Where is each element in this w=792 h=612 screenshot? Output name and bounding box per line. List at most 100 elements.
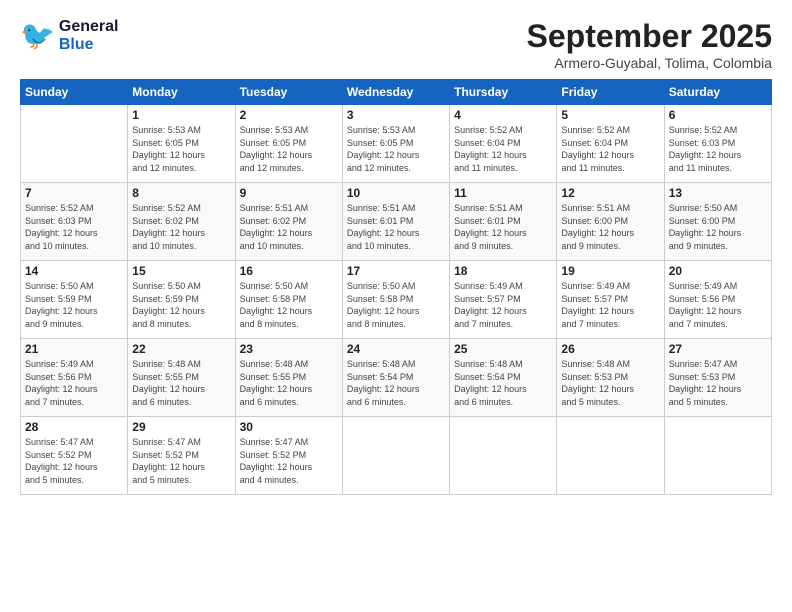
calendar-cell: 4 Sunrise: 5:52 AM Sunset: 6:04 PM Daylig…	[450, 105, 557, 183]
day-number: 16	[240, 264, 338, 278]
week-row-2: 7Sunrise: 5:52 AM Sunset: 6:03 PM Daylig…	[21, 183, 772, 261]
day-info: Sunrise: 5:51 AM Sunset: 6:01 PM Dayligh…	[347, 203, 420, 251]
day-info: Sunrise: 5:49 AM Sunset: 5:56 PM Dayligh…	[669, 281, 742, 329]
day-info: Sunrise: 5:50 AM Sunset: 5:58 PM Dayligh…	[240, 281, 313, 329]
day-number: 6	[669, 108, 767, 122]
calendar-cell: 16 Sunrise: 5:50 AM Sunset: 5:58 PM Dayli…	[235, 261, 342, 339]
calendar-cell: 3Sunrise: 5:53 AM Sunset: 6:05 PM Daylig…	[342, 105, 449, 183]
day-header-sunday: Sunday	[21, 80, 128, 105]
calendar-cell: 12 Sunrise: 5:51 AM Sunset: 6:00 PM Dayli…	[557, 183, 664, 261]
day-number: 5	[561, 108, 659, 122]
day-number: 21	[25, 342, 123, 356]
calendar-cell: 28 Sunrise: 5:47 AM Sunset: 5:52 PM Dayli…	[21, 417, 128, 495]
calendar-cell	[664, 417, 771, 495]
day-info: Sunrise: 5:48 AM Sunset: 5:53 PM Dayligh…	[561, 359, 634, 407]
day-number: 19	[561, 264, 659, 278]
calendar-cell: 15 Sunrise: 5:50 AM Sunset: 5:59 PM Dayli…	[128, 261, 235, 339]
day-info: Sunrise: 5:49 AM Sunset: 5:56 PM Dayligh…	[25, 359, 98, 407]
calendar-cell: 22 Sunrise: 5:48 AM Sunset: 5:55 PM Dayli…	[128, 339, 235, 417]
day-number: 29	[132, 420, 230, 434]
week-row-4: 21 Sunrise: 5:49 AM Sunset: 5:56 PM Dayli…	[21, 339, 772, 417]
day-number: 27	[669, 342, 767, 356]
page: 🐦 General Blue September 2025 Armero-Guy…	[0, 0, 792, 612]
calendar-cell: 10 Sunrise: 5:51 AM Sunset: 6:01 PM Dayli…	[342, 183, 449, 261]
day-info: Sunrise: 5:48 AM Sunset: 5:55 PM Dayligh…	[240, 359, 313, 407]
calendar-cell: 26 Sunrise: 5:48 AM Sunset: 5:53 PM Dayli…	[557, 339, 664, 417]
day-number: 17	[347, 264, 445, 278]
calendar-cell: 2Sunrise: 5:53 AM Sunset: 6:05 PM Daylig…	[235, 105, 342, 183]
calendar-table: SundayMondayTuesdayWednesdayThursdayFrid…	[20, 79, 772, 495]
day-number: 28	[25, 420, 123, 434]
day-header-wednesday: Wednesday	[342, 80, 449, 105]
day-number: 3	[347, 108, 445, 122]
day-number: 25	[454, 342, 552, 356]
logo-line1: General	[59, 18, 119, 36]
day-info: Sunrise: 5:48 AM Sunset: 5:54 PM Dayligh…	[454, 359, 527, 407]
day-number: 23	[240, 342, 338, 356]
day-info: Sunrise: 5:50 AM Sunset: 5:59 PM Dayligh…	[132, 281, 205, 329]
day-info: Sunrise: 5:52 AM Sunset: 6:04 PM Dayligh…	[454, 125, 527, 173]
day-info: Sunrise: 5:50 AM Sunset: 5:58 PM Dayligh…	[347, 281, 420, 329]
calendar-cell: 21 Sunrise: 5:49 AM Sunset: 5:56 PM Dayli…	[21, 339, 128, 417]
day-number: 13	[669, 186, 767, 200]
calendar-cell: 6 Sunrise: 5:52 AM Sunset: 6:03 PM Daylig…	[664, 105, 771, 183]
day-header-friday: Friday	[557, 80, 664, 105]
day-number: 1	[132, 108, 230, 122]
day-number: 22	[132, 342, 230, 356]
day-number: 18	[454, 264, 552, 278]
day-number: 15	[132, 264, 230, 278]
day-info: Sunrise: 5:52 AM Sunset: 6:03 PM Dayligh…	[25, 203, 98, 251]
day-info: Sunrise: 5:52 AM Sunset: 6:03 PM Dayligh…	[669, 125, 742, 173]
calendar-cell: 8 Sunrise: 5:52 AM Sunset: 6:02 PM Daylig…	[128, 183, 235, 261]
calendar-cell: 14 Sunrise: 5:50 AM Sunset: 5:59 PM Dayli…	[21, 261, 128, 339]
day-number: 4	[454, 108, 552, 122]
week-row-1: 1 Sunrise: 5:53 AM Sunset: 6:05 PM Daylig…	[21, 105, 772, 183]
day-number: 26	[561, 342, 659, 356]
day-info: Sunrise: 5:52 AM Sunset: 6:04 PM Dayligh…	[561, 125, 634, 173]
calendar-cell	[342, 417, 449, 495]
day-info: Sunrise: 5:53 AM Sunset: 6:05 PM Dayligh…	[240, 125, 313, 173]
logo-bird-icon: 🐦	[20, 22, 55, 50]
day-info: Sunrise: 5:49 AM Sunset: 5:57 PM Dayligh…	[454, 281, 527, 329]
week-row-3: 14 Sunrise: 5:50 AM Sunset: 5:59 PM Dayli…	[21, 261, 772, 339]
logo-text-block: General Blue	[59, 18, 119, 53]
header-row: SundayMondayTuesdayWednesdayThursdayFrid…	[21, 80, 772, 105]
calendar-cell: 27Sunrise: 5:47 AM Sunset: 5:53 PM Dayli…	[664, 339, 771, 417]
day-info: Sunrise: 5:51 AM Sunset: 6:02 PM Dayligh…	[240, 203, 313, 251]
calendar-cell: 19 Sunrise: 5:49 AM Sunset: 5:57 PM Dayli…	[557, 261, 664, 339]
day-info: Sunrise: 5:47 AM Sunset: 5:52 PM Dayligh…	[240, 437, 313, 485]
day-header-thursday: Thursday	[450, 80, 557, 105]
day-info: Sunrise: 5:50 AM Sunset: 5:59 PM Dayligh…	[25, 281, 98, 329]
calendar-cell: 23 Sunrise: 5:48 AM Sunset: 5:55 PM Dayli…	[235, 339, 342, 417]
day-header-saturday: Saturday	[664, 80, 771, 105]
day-number: 9	[240, 186, 338, 200]
calendar-cell	[557, 417, 664, 495]
calendar-cell: 29Sunrise: 5:47 AM Sunset: 5:52 PM Dayli…	[128, 417, 235, 495]
day-info: Sunrise: 5:47 AM Sunset: 5:52 PM Dayligh…	[25, 437, 98, 485]
logo: 🐦 General Blue	[20, 18, 118, 53]
day-info: Sunrise: 5:49 AM Sunset: 5:57 PM Dayligh…	[561, 281, 634, 329]
day-number: 8	[132, 186, 230, 200]
day-number: 10	[347, 186, 445, 200]
day-number: 12	[561, 186, 659, 200]
title-block: September 2025 Armero-Guyabal, Tolima, C…	[527, 18, 772, 71]
day-number: 11	[454, 186, 552, 200]
calendar-cell	[450, 417, 557, 495]
day-number: 14	[25, 264, 123, 278]
day-info: Sunrise: 5:51 AM Sunset: 6:00 PM Dayligh…	[561, 203, 634, 251]
day-header-tuesday: Tuesday	[235, 80, 342, 105]
calendar-cell: 11Sunrise: 5:51 AM Sunset: 6:01 PM Dayli…	[450, 183, 557, 261]
calendar-cell: 7Sunrise: 5:52 AM Sunset: 6:03 PM Daylig…	[21, 183, 128, 261]
subtitle: Armero-Guyabal, Tolima, Colombia	[527, 55, 772, 71]
day-info: Sunrise: 5:48 AM Sunset: 5:55 PM Dayligh…	[132, 359, 205, 407]
calendar-cell: 25 Sunrise: 5:48 AM Sunset: 5:54 PM Dayli…	[450, 339, 557, 417]
calendar-cell: 1Sunrise: 5:53 AM Sunset: 6:05 PM Daylig…	[128, 105, 235, 183]
calendar-cell: 18 Sunrise: 5:49 AM Sunset: 5:57 PM Dayli…	[450, 261, 557, 339]
calendar-cell: 30Sunrise: 5:47 AM Sunset: 5:52 PM Dayli…	[235, 417, 342, 495]
calendar-cell: 5 Sunrise: 5:52 AM Sunset: 6:04 PM Daylig…	[557, 105, 664, 183]
main-title: September 2025	[527, 18, 772, 55]
logo-line2: Blue	[59, 36, 94, 54]
day-number: 24	[347, 342, 445, 356]
day-info: Sunrise: 5:52 AM Sunset: 6:02 PM Dayligh…	[132, 203, 205, 251]
calendar-cell: 24Sunrise: 5:48 AM Sunset: 5:54 PM Dayli…	[342, 339, 449, 417]
